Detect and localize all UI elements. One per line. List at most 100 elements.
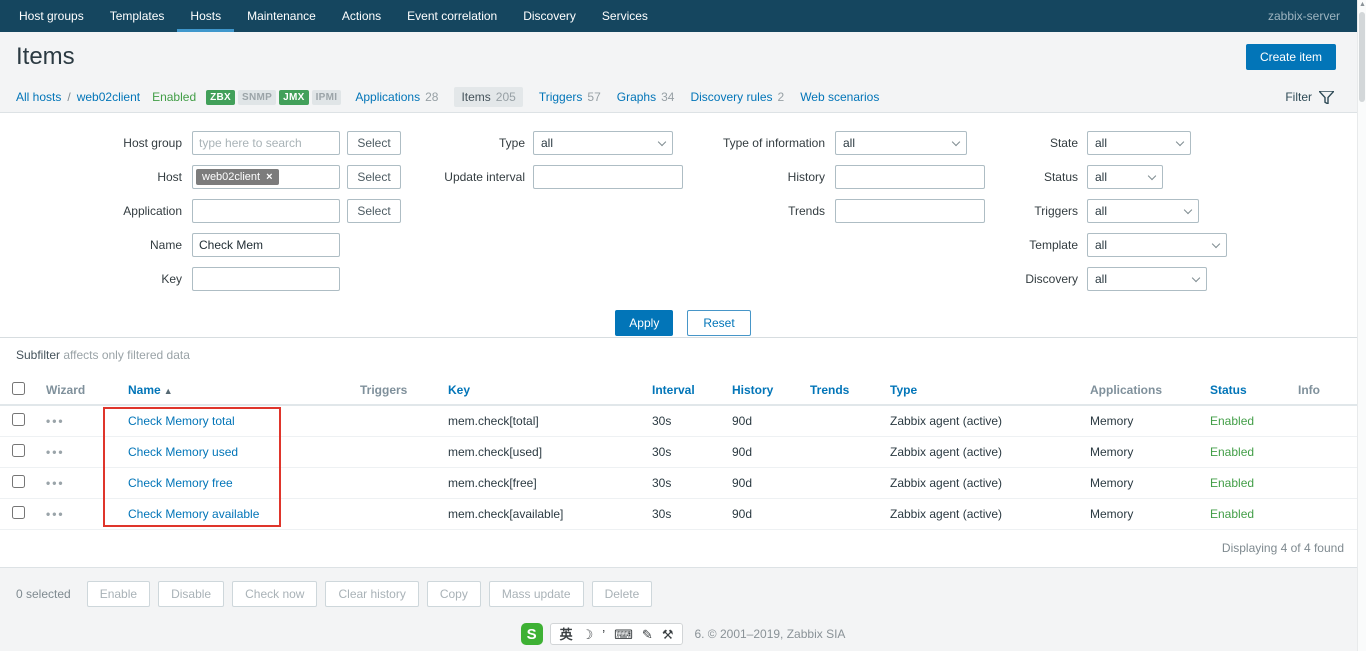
col-key[interactable]: Key — [438, 375, 642, 406]
tab-graphs-label[interactable]: Graphs — [617, 90, 656, 104]
tab-applications[interactable]: Applications 28 — [355, 90, 438, 104]
scrollbar-thumb[interactable] — [1359, 12, 1365, 102]
item-status-link[interactable]: Enabled — [1210, 507, 1254, 521]
host-chip: web02client × — [196, 169, 279, 185]
row-checkbox[interactable] — [11, 443, 25, 457]
ime-moon-icon[interactable]: ☽ — [582, 628, 594, 641]
item-status-link[interactable]: Enabled — [1210, 445, 1254, 459]
disable-button[interactable]: Disable — [158, 580, 225, 607]
nav-actions[interactable]: Actions — [329, 0, 394, 32]
host-multiselect[interactable]: web02client × — [192, 165, 340, 189]
triggers-select[interactable]: all — [1087, 199, 1199, 223]
breadcrumb-all-hosts[interactable]: All hosts — [16, 90, 61, 104]
ime-logo-icon[interactable]: S — [520, 623, 543, 645]
info-cell — [1288, 436, 1366, 468]
tab-graphs[interactable]: Graphs 34 — [617, 90, 675, 104]
history-cell: 90d — [722, 436, 800, 468]
ime-language-icon[interactable]: 英 — [560, 628, 573, 641]
col-interval[interactable]: Interval — [642, 375, 722, 406]
create-item-button[interactable]: Create item — [1245, 44, 1336, 70]
type-of-information-select[interactable]: all — [835, 131, 967, 155]
item-name-link[interactable]: Check Memory available — [128, 507, 259, 521]
col-name[interactable]: Name ▲ — [112, 375, 350, 406]
host-chip-remove-icon[interactable]: × — [266, 171, 272, 183]
discovery-select[interactable]: all — [1087, 267, 1207, 291]
delete-button[interactable]: Delete — [591, 580, 653, 607]
template-select-value: all — [1095, 238, 1108, 252]
name-input[interactable] — [192, 233, 340, 257]
host-group-input[interactable] — [192, 131, 340, 155]
col-status[interactable]: Status — [1200, 375, 1288, 406]
ime-pen-icon[interactable]: ✎ — [642, 628, 653, 641]
ime-wrench-icon[interactable]: ⚒ — [662, 628, 674, 641]
wizard-menu-button[interactable]: ••• — [46, 445, 65, 459]
tab-triggers-count: 57 — [587, 90, 601, 104]
page-scrollbar[interactable]: ▲ — [1357, 0, 1366, 651]
item-status-link[interactable]: Enabled — [1210, 476, 1254, 490]
enable-button[interactable]: Enable — [86, 580, 151, 607]
select-all-checkbox[interactable] — [11, 381, 25, 395]
copyright-text: 6. © 2001–2019, Zabbix SIA — [694, 627, 846, 641]
clear-history-button[interactable]: Clear history — [325, 580, 419, 607]
top-nav: Host groups Templates Hosts Maintenance … — [0, 0, 1366, 32]
interval-cell: 30s — [642, 405, 722, 437]
info-cell — [1288, 405, 1366, 437]
tab-discovery-rules-label[interactable]: Discovery rules — [690, 90, 772, 104]
nav-event-correlation[interactable]: Event correlation — [394, 0, 510, 32]
type-select[interactable]: all — [533, 131, 673, 155]
row-checkbox[interactable] — [11, 505, 25, 519]
tab-applications-label[interactable]: Applications — [355, 90, 420, 104]
ime-punctuation-icon[interactable]: ’ — [602, 628, 605, 641]
col-trends[interactable]: Trends — [800, 375, 880, 406]
tab-items[interactable]: Items 205 — [454, 87, 523, 107]
server-name: zabbix-server — [1267, 9, 1340, 23]
row-checkbox[interactable] — [11, 412, 25, 426]
nav-hosts[interactable]: Hosts — [177, 0, 235, 32]
applications-cell: Memory — [1080, 467, 1200, 499]
item-name-link[interactable]: Check Memory used — [128, 445, 238, 459]
nav-maintenance[interactable]: Maintenance — [234, 0, 329, 32]
template-select[interactable]: all — [1087, 233, 1227, 257]
tab-triggers-label[interactable]: Triggers — [539, 90, 583, 104]
nav-host-groups[interactable]: Host groups — [6, 0, 97, 32]
wizard-menu-button[interactable]: ••• — [46, 414, 65, 428]
nav-discovery[interactable]: Discovery — [510, 0, 589, 32]
tab-web-scenarios-label[interactable]: Web scenarios — [800, 90, 879, 104]
tab-web-scenarios[interactable]: Web scenarios — [800, 90, 879, 104]
wizard-menu-button[interactable]: ••• — [46, 476, 65, 490]
status-select[interactable]: all — [1087, 165, 1163, 189]
mass-update-button[interactable]: Mass update — [488, 580, 584, 607]
update-interval-input[interactable] — [533, 165, 683, 189]
application-select-button[interactable]: Select — [347, 199, 401, 223]
col-name-link[interactable]: Name — [128, 383, 161, 397]
filter-toggle[interactable]: Filter — [1285, 90, 1334, 104]
key-input[interactable] — [192, 267, 340, 291]
ime-keyboard-icon[interactable]: ⌨ — [614, 628, 633, 641]
col-type[interactable]: Type — [880, 375, 1080, 406]
item-name-link[interactable]: Check Memory total — [128, 414, 235, 428]
type-cell: Zabbix agent (active) — [880, 436, 1080, 468]
tab-triggers[interactable]: Triggers 57 — [539, 90, 601, 104]
tab-items-label: Items — [461, 90, 491, 104]
host-group-select-button[interactable]: Select — [347, 131, 401, 155]
host-select-button[interactable]: Select — [347, 165, 401, 189]
item-status-link[interactable]: Enabled — [1210, 414, 1254, 428]
apply-button[interactable]: Apply — [615, 310, 674, 336]
application-input[interactable] — [192, 199, 340, 223]
reset-button[interactable]: Reset — [687, 310, 751, 336]
nav-services[interactable]: Services — [589, 0, 661, 32]
tab-graphs-count: 34 — [661, 90, 675, 104]
selected-count: 0 selected — [16, 586, 71, 601]
tab-discovery-rules[interactable]: Discovery rules 2 — [690, 90, 784, 104]
scrollbar-up-arrow[interactable]: ▲ — [1358, 0, 1366, 10]
key-cell: mem.check[available] — [438, 498, 642, 530]
wizard-menu-button[interactable]: ••• — [46, 507, 65, 521]
check-now-button[interactable]: Check now — [232, 580, 318, 607]
nav-templates[interactable]: Templates — [97, 0, 178, 32]
state-select[interactable]: all — [1087, 131, 1191, 155]
copy-button[interactable]: Copy — [426, 580, 481, 607]
row-checkbox[interactable] — [11, 474, 25, 488]
breadcrumb-host[interactable]: web02client — [77, 90, 140, 104]
col-history[interactable]: History — [722, 375, 800, 406]
item-name-link[interactable]: Check Memory free — [128, 476, 233, 490]
